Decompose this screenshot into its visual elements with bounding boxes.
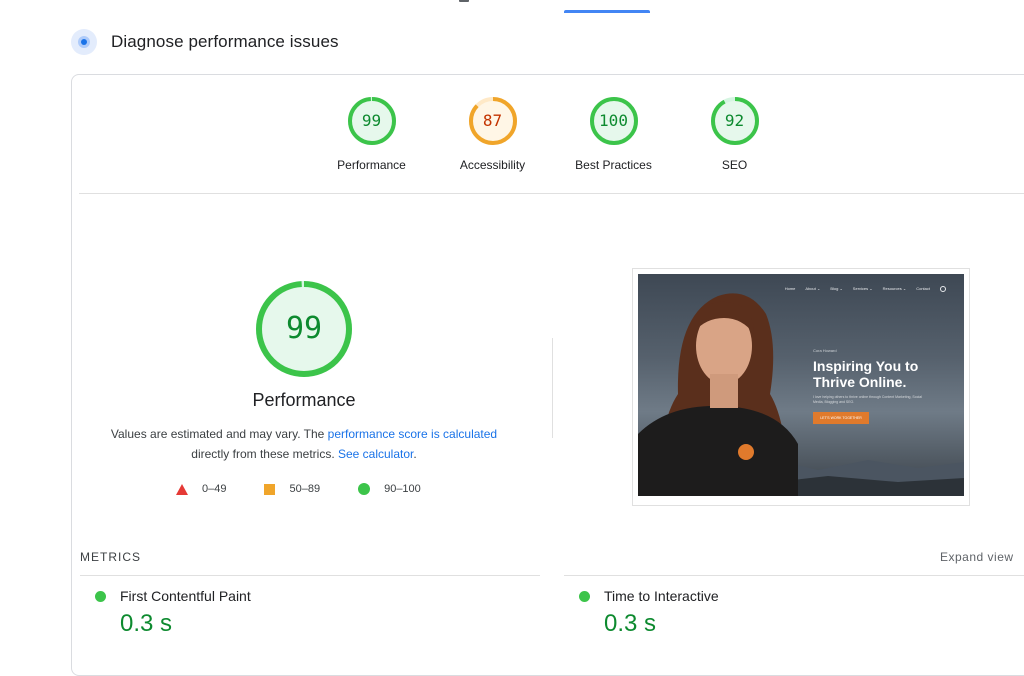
legend-pass: 90–100	[358, 483, 421, 495]
gauge-score: 99	[361, 111, 382, 130]
legend-range: 0–49	[202, 483, 227, 495]
headline-line: Thrive Online.	[813, 374, 907, 390]
metric-value: 0.3 s	[120, 610, 173, 637]
performance-gauge-large: 99	[254, 279, 354, 379]
gauge-label: Performance	[337, 158, 406, 172]
metric-name: Time to Interactive	[604, 588, 719, 604]
gauge-ring: 100	[589, 96, 639, 146]
metric-fcp: First Contentful Paint 0.3 s	[95, 588, 251, 638]
desc-text: .	[413, 447, 417, 461]
metric-name: First Contentful Paint	[120, 588, 251, 604]
screenshot-subtext: I love helping others to thrive online t…	[813, 395, 922, 404]
screenshot-headline: Inspiring You to Thrive Online.	[813, 358, 918, 390]
screenshot-nav: Home About ⌄ Blog ⌄ Services ⌄ Resources…	[775, 286, 946, 292]
screenshot-nav-item: Home	[784, 286, 796, 291]
gauge-label: Accessibility	[459, 158, 526, 172]
gauge-score: 100	[599, 111, 628, 130]
section-heading: Diagnose performance issues	[71, 29, 339, 55]
screenshot-nav-item: Resources ⌄	[882, 286, 907, 291]
desc-text: directly from these metrics.	[191, 447, 338, 461]
screenshot-nav-item: Contact	[916, 286, 930, 291]
legend-fail: 0–49	[176, 483, 226, 495]
gauge-performance[interactable]: 99 Performance	[311, 96, 432, 172]
metrics-heading: METRICS	[80, 550, 141, 564]
page-screenshot: Home About ⌄ Blog ⌄ Services ⌄ Resources…	[632, 268, 970, 506]
gauge-label: SEO	[721, 158, 748, 172]
gauge-ring: 99	[347, 96, 397, 146]
pass-dot-icon	[579, 590, 590, 602]
desc-text: Values are estimated and may vary. The	[110, 427, 328, 441]
legend-average: 50–89	[264, 483, 320, 495]
red-triangle-icon	[176, 483, 188, 495]
search-icon	[940, 286, 946, 292]
orange-square-icon	[264, 483, 276, 495]
screenshot-nav-item: Blog ⌄	[830, 286, 843, 291]
gauge-accessibility[interactable]: 87 Accessibility	[432, 96, 553, 172]
gauge-score: 87	[482, 111, 503, 130]
performance-description: Values are estimated and may vary. The p…	[104, 424, 504, 464]
gauge-ring: 87	[468, 96, 518, 146]
divider	[80, 575, 540, 576]
screenshot-image: Home About ⌄ Blog ⌄ Services ⌄ Resources…	[638, 274, 964, 496]
screenshot-cta: LET'S WORK TOGETHER	[813, 412, 869, 424]
screenshot-nav-item: Services ⌄	[852, 286, 873, 291]
divider	[79, 193, 1024, 194]
legend-range: 50–89	[289, 483, 321, 495]
legend-range: 90–100	[384, 483, 421, 495]
tab-icon[interactable]	[459, 0, 469, 2]
performance-score: 99	[285, 311, 323, 346]
gauge-best-practices[interactable]: 100 Best Practices	[553, 96, 674, 172]
divider	[564, 575, 1024, 576]
metric-tti: Time to Interactive 0.3 s	[579, 588, 719, 638]
score-calculated-link[interactable]: performance score is calculated	[328, 427, 497, 441]
headline-line: Inspiring You to	[813, 358, 919, 374]
score-legend: 0–49 50–89 90–100	[176, 483, 459, 495]
gauge-ring: 92	[710, 96, 760, 146]
gauge-label: Best Practices	[575, 158, 652, 172]
gauge-score: 92	[724, 111, 745, 130]
performance-title: Performance	[252, 390, 356, 410]
category-gauges: 99 Performance 87 Accessibility 100 Best…	[311, 96, 795, 172]
pass-dot-icon	[95, 590, 106, 602]
vertical-divider	[552, 338, 553, 438]
active-tab-indicator	[564, 10, 650, 13]
gauge-seo[interactable]: 92 SEO	[674, 96, 795, 172]
green-circle-icon	[358, 483, 371, 495]
see-calculator-link[interactable]: See calculator	[338, 447, 413, 461]
screenshot-eyebrow: Cora Howard	[813, 348, 837, 353]
expand-view-button[interactable]: Expand view	[940, 550, 1014, 564]
screenshot-nav-item: About ⌄	[805, 286, 821, 291]
metric-value: 0.3 s	[604, 610, 657, 637]
lighthouse-icon	[71, 29, 97, 55]
section-title: Diagnose performance issues	[111, 32, 339, 51]
